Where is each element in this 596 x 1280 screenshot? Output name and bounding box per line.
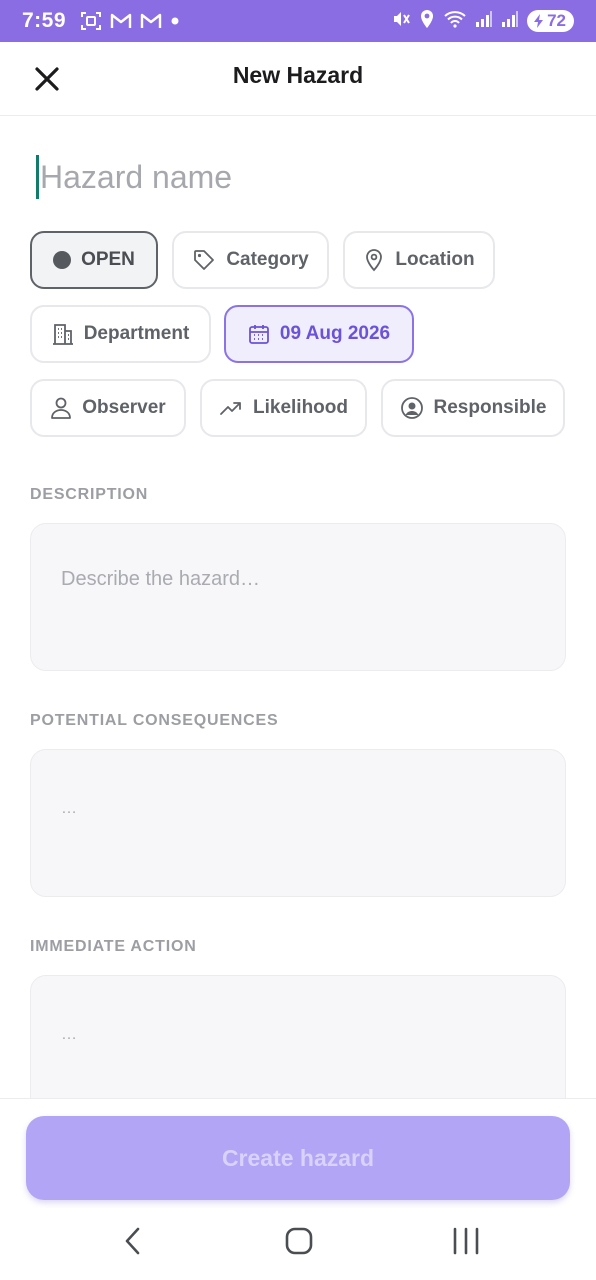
location-icon (419, 9, 435, 34)
building-icon (52, 324, 73, 345)
calendar-icon (249, 325, 269, 344)
responsible-chip[interactable]: Responsible (381, 379, 565, 437)
notification-dot-icon (170, 16, 180, 26)
hazard-name-field[interactable] (36, 153, 520, 201)
wifi-icon (443, 9, 467, 34)
signal-icon (475, 10, 493, 33)
bottom-action-bar: Create hazard (0, 1098, 596, 1209)
system-nav-bar (0, 1208, 596, 1280)
category-chip-label: Category (226, 249, 309, 270)
location-chip-label: Location (395, 249, 475, 270)
consequences-box (30, 749, 566, 897)
consequences-input[interactable] (31, 750, 565, 896)
create-hazard-button[interactable]: Create hazard (26, 1116, 570, 1200)
consequences-label: POTENTIAL CONSEQUENCES (30, 712, 279, 729)
likelihood-chip[interactable]: Likelihood (200, 379, 367, 437)
date-chip-label: 09 Aug 2026 (279, 323, 391, 344)
mute-icon (391, 9, 411, 34)
category-chip[interactable]: Category (172, 231, 329, 289)
location-chip[interactable]: Location (343, 231, 495, 289)
status-left-icons (80, 11, 180, 31)
recents-icon (453, 1227, 479, 1255)
description-input[interactable] (31, 524, 565, 670)
battery-level: 72 (547, 11, 566, 30)
signal-icon (501, 10, 519, 33)
status-time: 7:59 (22, 9, 67, 32)
user-circle-icon (400, 397, 423, 419)
status-right-icons: 72 (391, 9, 574, 34)
observer-chip[interactable]: Observer (30, 379, 186, 437)
home-icon (285, 1227, 313, 1255)
status-chip-label: OPEN (81, 249, 135, 270)
back-button[interactable] (118, 1224, 148, 1263)
observer-chip-label: Observer (82, 397, 166, 418)
gmail-icon (140, 12, 162, 30)
tag-icon (194, 250, 215, 270)
person-icon (51, 397, 72, 419)
responsible-chip-label: Responsible (433, 397, 547, 418)
app-header: New Hazard (0, 42, 596, 116)
status-dot-icon (53, 251, 72, 269)
likelihood-chip-label: Likelihood (253, 397, 348, 418)
description-label: DESCRIPTION (30, 486, 149, 503)
description-box (30, 523, 566, 671)
screenshot-icon (80, 11, 102, 31)
status-bar: 7:59 72 (0, 0, 596, 42)
immediate-action-label: IMMEDIATE ACTION (30, 938, 197, 955)
recents-button[interactable] (450, 1224, 482, 1263)
date-chip[interactable]: 09 Aug 2026 (224, 305, 414, 363)
status-chip[interactable]: OPEN (30, 231, 158, 289)
gmail-icon (110, 12, 132, 30)
back-icon (125, 1227, 140, 1255)
home-button[interactable] (284, 1224, 314, 1263)
department-chip[interactable]: Department (30, 305, 211, 363)
trending-up-icon (220, 402, 241, 415)
location-pin-icon (366, 249, 383, 272)
hazard-name-input[interactable] (40, 158, 520, 196)
text-cursor (36, 155, 39, 199)
department-chip-label: Department (83, 323, 190, 344)
page-title: New Hazard (232, 62, 364, 88)
battery-icon: 72 (527, 10, 574, 32)
